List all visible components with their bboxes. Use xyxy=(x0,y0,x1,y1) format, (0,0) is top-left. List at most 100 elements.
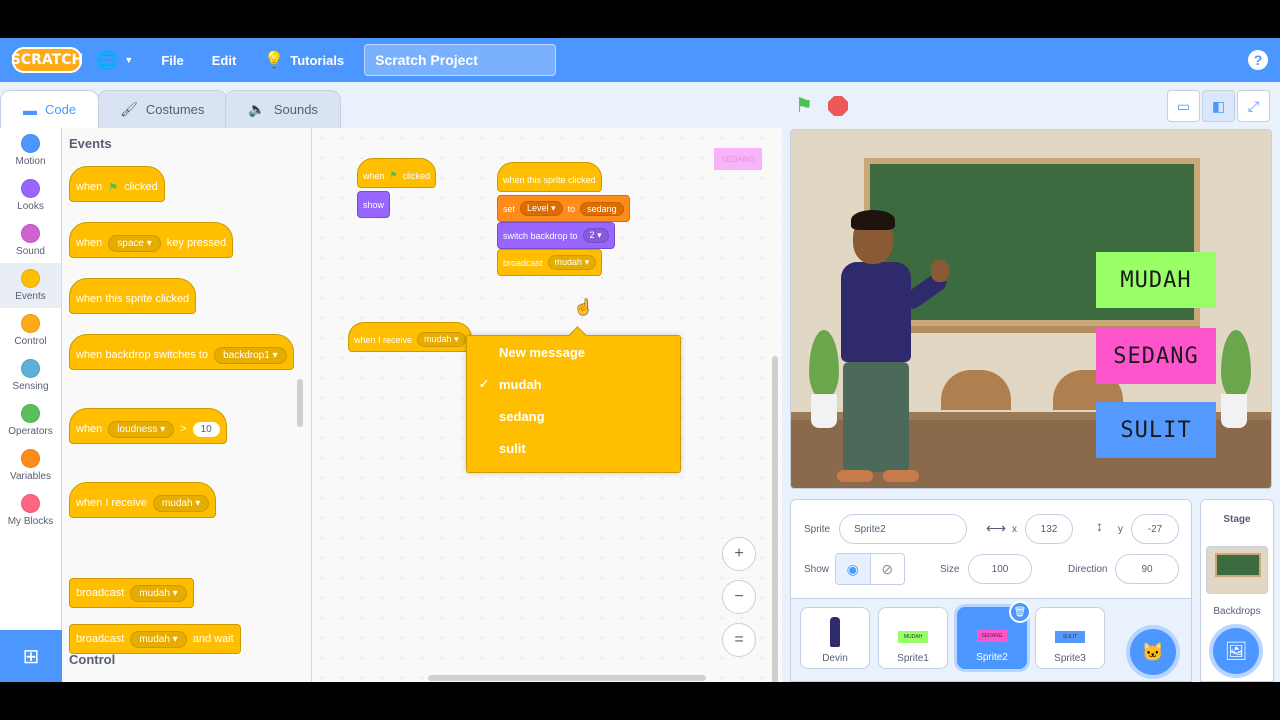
sprite-name-input[interactable]: Sprite2 xyxy=(839,514,967,544)
message-dropdown[interactable]: mudah ▾ xyxy=(152,494,210,512)
menu-item-new-message[interactable]: New message xyxy=(467,336,680,368)
eye-icon[interactable]: ◉ xyxy=(836,554,870,584)
when-sprite-clicked-script[interactable]: when this sprite clicked xyxy=(497,162,602,192)
palette-scrollbar[interactable] xyxy=(297,379,303,427)
when-flag-clicked-block[interactable]: when ⚑ clicked xyxy=(69,166,165,202)
block-text: > xyxy=(180,423,187,435)
delete-sprite-icon[interactable]: 🗑 xyxy=(1009,601,1031,623)
small-stage-icon[interactable]: ▭ xyxy=(1167,90,1200,122)
switch-backdrop-block[interactable]: switch backdrop to 2 ▾ xyxy=(497,222,615,249)
backdrop-dropdown[interactable]: 2 ▾ xyxy=(582,228,609,243)
eye-off-icon[interactable]: ⊘ xyxy=(869,554,905,584)
visibility-toggle: ◉ ⊘ xyxy=(835,553,905,585)
add-backdrop-button[interactable]: 🖼 xyxy=(1213,628,1259,674)
y-arrows-icon: ↕ xyxy=(1096,518,1103,534)
large-stage-icon[interactable]: ◧ xyxy=(1202,90,1235,122)
zoom-out-button[interactable]: − xyxy=(722,580,756,614)
help-icon[interactable]: ? xyxy=(1248,50,1268,70)
category-label: Control xyxy=(14,336,47,347)
sedang-sprite[interactable]: SEDANG xyxy=(1096,328,1216,384)
workspace-vertical-scrollbar[interactable] xyxy=(772,356,778,682)
tab-costumes[interactable]: 🖌 Costumes xyxy=(97,90,228,128)
edit-menu[interactable]: Edit xyxy=(198,38,251,82)
chevron-down-icon: ▼ xyxy=(124,55,134,65)
scratch-logo[interactable]: SCRATCH xyxy=(11,47,83,73)
tutorials-menu[interactable]: 💡 Tutorials xyxy=(250,38,358,82)
stop-icon[interactable] xyxy=(828,96,848,116)
message-dropdown[interactable]: mudah ▾ xyxy=(130,630,187,648)
language-menu[interactable]: 🌐 ▼ xyxy=(82,38,147,82)
speaker-icon: 🔈 xyxy=(248,101,266,117)
threshold-input[interactable]: 10 xyxy=(192,421,220,437)
show-block[interactable]: show xyxy=(357,191,391,218)
pot-left xyxy=(811,394,837,428)
character-hair xyxy=(851,210,895,230)
category-variables[interactable]: Variables xyxy=(0,443,61,488)
mudah-sprite[interactable]: MUDAH xyxy=(1096,252,1216,308)
green-flag-icon[interactable]: ⚑ xyxy=(795,96,817,116)
sensor-dropdown[interactable]: loudness ▾ xyxy=(108,420,175,438)
when-loudness-block[interactable]: when loudness ▾ > 10 xyxy=(69,408,227,444)
category-events[interactable]: Events xyxy=(0,263,61,308)
menu-item-sedang[interactable]: sedang xyxy=(467,400,680,432)
block-text: and wait xyxy=(192,633,234,645)
backdrop-dropdown[interactable]: backdrop1 ▾ xyxy=(214,346,287,364)
set-variable-block[interactable]: set Level ▾ to sedang xyxy=(497,195,630,222)
broadcast-block[interactable]: broadcast mudah ▾ xyxy=(69,578,194,608)
broadcast-block[interactable]: broadcast mudah ▾ xyxy=(497,249,603,276)
message-dropdown[interactable]: mudah ▾ xyxy=(417,332,466,347)
green-flag-icon: ⚑ xyxy=(389,170,398,180)
tab-code[interactable]: ▬ Code xyxy=(0,90,100,128)
when-i-receive-script[interactable]: when I receive mudah ▾ xyxy=(348,322,472,352)
message-dropdown[interactable]: mudah ▾ xyxy=(547,255,597,270)
category-my-blocks[interactable]: My Blocks xyxy=(0,488,61,533)
zoom-in-button[interactable]: + xyxy=(722,537,756,571)
sprite-item-label: Devin xyxy=(822,653,848,664)
category-motion[interactable]: Motion xyxy=(0,128,61,173)
category-operators[interactable]: Operators xyxy=(0,398,61,443)
direction-input[interactable]: 90 xyxy=(1115,554,1179,584)
value-input[interactable]: sedang xyxy=(580,201,624,216)
category-sensing[interactable]: Sensing xyxy=(0,353,61,398)
stage-canvas[interactable]: MUDAH SEDANG SULIT xyxy=(790,129,1272,489)
x-input[interactable]: 132 xyxy=(1025,514,1073,544)
when-sprite-clicked-block[interactable]: when this sprite clicked xyxy=(69,278,197,314)
code-workspace[interactable]: SEDANG when ⚑ clicked show when this spr… xyxy=(312,128,782,682)
project-title-input[interactable]: Scratch Project xyxy=(364,44,557,76)
sprite-item-sprite1[interactable]: MUDAH Sprite1 xyxy=(878,607,948,669)
add-extension-button[interactable]: ⊞ xyxy=(0,630,62,682)
category-sound[interactable]: Sound xyxy=(0,218,61,263)
tab-sounds[interactable]: 🔈 Sounds xyxy=(225,90,341,128)
when-backdrop-switches-block[interactable]: when backdrop switches to backdrop1 ▾ xyxy=(69,334,294,370)
stage-selector[interactable]: Stage Backdrops 🖼 xyxy=(1200,499,1274,682)
zoom-reset-button[interactable]: = xyxy=(722,623,756,657)
character-shoe xyxy=(883,470,919,482)
sprite-item-devin[interactable]: Devin xyxy=(800,607,870,669)
when-flag-clicked-script[interactable]: when ⚑ clicked xyxy=(357,158,437,188)
size-input[interactable]: 100 xyxy=(968,554,1032,584)
sensor-value: loudness xyxy=(117,423,158,435)
fullscreen-icon[interactable]: ⤢ xyxy=(1237,90,1270,122)
stage-title: Stage xyxy=(1223,514,1251,525)
category-looks[interactable]: Looks xyxy=(0,173,61,218)
palette-heading-events: Events xyxy=(69,136,112,151)
broadcast-and-wait-block[interactable]: broadcast mudah ▾ and wait xyxy=(69,624,241,654)
message-dropdown[interactable]: mudah ▾ xyxy=(130,584,187,602)
key-dropdown[interactable]: space ▾ xyxy=(108,234,161,252)
menu-item-mudah[interactable]: ✓ mudah xyxy=(467,368,680,400)
menu-item-sulit[interactable]: sulit xyxy=(467,432,680,464)
add-sprite-button[interactable]: 🐱 xyxy=(1130,629,1176,675)
workspace-horizontal-scrollbar[interactable] xyxy=(428,675,706,681)
file-menu[interactable]: File xyxy=(147,38,197,82)
variable-dropdown[interactable]: Level ▾ xyxy=(520,201,563,216)
y-label: y xyxy=(1118,524,1123,535)
when-i-receive-block[interactable]: when I receive mudah ▾ xyxy=(69,482,217,518)
when-key-pressed-block[interactable]: when space ▾ key pressed xyxy=(69,222,234,258)
brush-icon: 🖌 xyxy=(120,101,138,117)
sprite-item-sprite2[interactable]: SEDANG Sprite2 🗑 xyxy=(957,601,1031,669)
block-text: when backdrop switches to xyxy=(76,349,209,361)
sprite-item-sprite3[interactable]: SULIT Sprite3 xyxy=(1035,607,1105,669)
sulit-sprite[interactable]: SULIT xyxy=(1096,402,1216,458)
y-input[interactable]: -27 xyxy=(1131,514,1179,544)
category-control[interactable]: Control xyxy=(0,308,61,353)
